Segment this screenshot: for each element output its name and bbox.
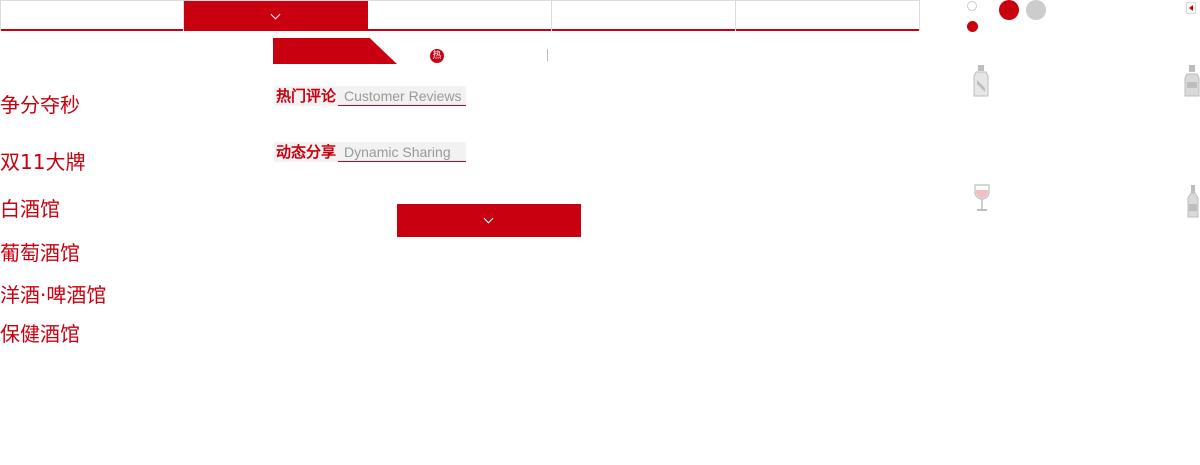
- carousel-dot-icon[interactable]: [1026, 0, 1046, 20]
- top-tab-5[interactable]: [736, 1, 920, 31]
- section-title-cn: 热门评论: [274, 86, 339, 106]
- dot-red-small-icon: [967, 21, 978, 32]
- top-tab-4[interactable]: [552, 1, 736, 31]
- section-title-en: Dynamic Sharing: [338, 142, 467, 162]
- hot-badge-icon: 热: [430, 49, 444, 63]
- category-flash-sale[interactable]: 争分夺秒: [0, 93, 80, 117]
- liquor-bottle-icon: [1184, 65, 1200, 97]
- arrow-left-icon[interactable]: [1186, 2, 1196, 14]
- wine-glass-icon: [974, 184, 990, 211]
- top-tab-3[interactable]: [368, 1, 552, 31]
- section-dynamic-sharing: 动态分享 Dynamic Sharing: [274, 140, 467, 162]
- top-tab-1[interactable]: [0, 1, 184, 31]
- divider: [547, 49, 548, 61]
- dot-outline-icon: [967, 1, 977, 11]
- category-baijiu[interactable]: 白酒馆: [0, 197, 60, 221]
- expand-more-button[interactable]: [397, 204, 581, 237]
- section-title-en: Customer Reviews: [338, 86, 467, 106]
- category-wine[interactable]: 葡萄酒馆: [0, 241, 80, 265]
- section-title-cn: 动态分享: [274, 142, 339, 162]
- category-double11-brands[interactable]: 双11大牌: [0, 150, 85, 174]
- wine-bottle-icon: [1187, 185, 1199, 218]
- section-header-trapezoid[interactable]: [273, 38, 397, 64]
- category-foreign-beer[interactable]: 洋酒·啤酒馆: [0, 283, 106, 307]
- top-tab-bar: [0, 0, 920, 31]
- spirit-bottle-icon: [973, 65, 989, 97]
- carousel-dot-active-icon[interactable]: [999, 0, 1019, 20]
- section-customer-reviews: 热门评论 Customer Reviews: [274, 84, 467, 106]
- top-tab-2-active[interactable]: [184, 1, 368, 31]
- chevron-down-icon: [483, 213, 494, 224]
- chevron-down-icon: [270, 9, 280, 20]
- category-health-liquor[interactable]: 保健酒馆: [0, 322, 80, 346]
